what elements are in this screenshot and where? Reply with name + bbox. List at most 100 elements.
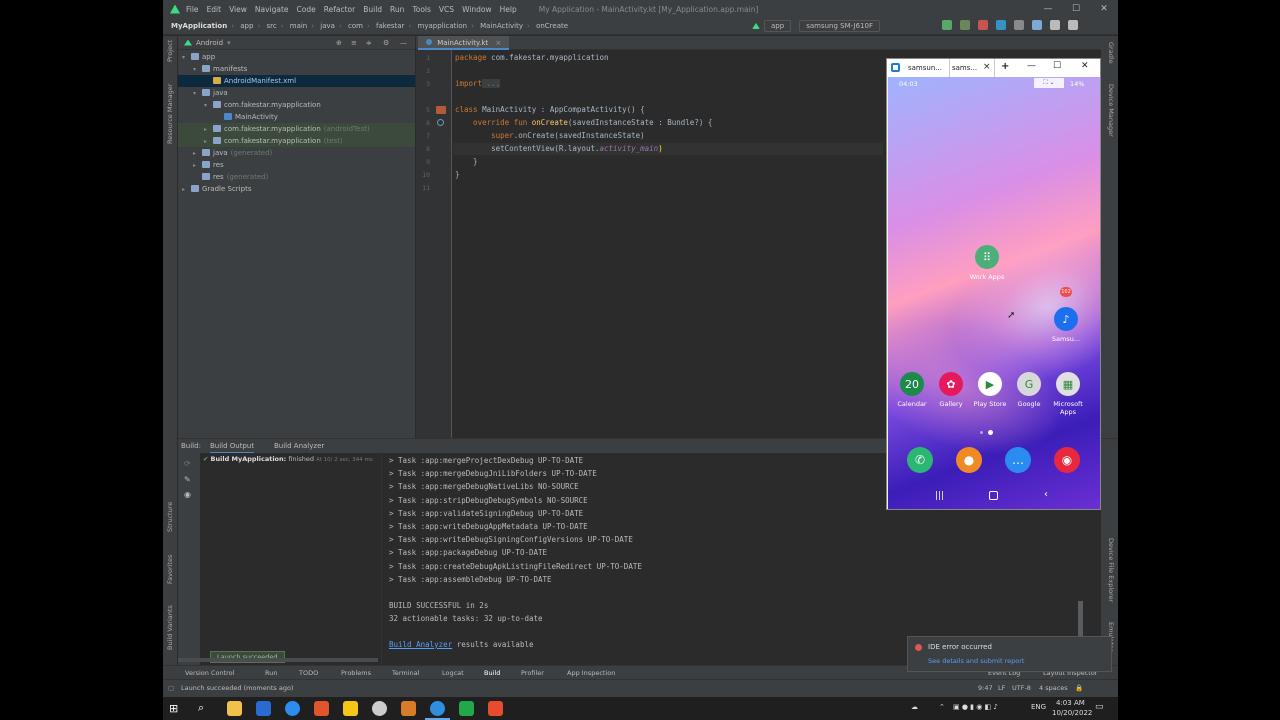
tool-app-inspection[interactable]: App Inspection [567,669,615,677]
recent-apps-icon[interactable]: ||| [935,491,944,501]
project-tree-item[interactable]: ▸ com.fakestar.myapplication (androidTest) [178,123,415,135]
menu-file[interactable]: File [186,5,199,14]
minimize-icon[interactable]: — [1034,0,1062,18]
tool-favorites[interactable]: Favorites [166,555,174,584]
tool-build[interactable]: Build [484,669,500,677]
menu-tools[interactable]: Tools [412,5,430,14]
menu-refactor[interactable]: Refactor [324,5,355,14]
run-icon[interactable] [942,20,952,30]
notifications-icon[interactable]: ▭ [1095,702,1104,712]
breadcrumb-com[interactable]: com [348,22,363,30]
brave-icon[interactable] [314,701,329,716]
close-tab-icon[interactable]: × [983,62,991,72]
tool-device-file-explorer[interactable]: Device File Explorer [1107,538,1115,602]
tool-logcat[interactable]: Logcat [442,669,464,677]
breadcrumb-myapplication[interactable]: myapplication [418,22,468,30]
dock-messages-icon[interactable]: … [1005,447,1031,473]
project-tree-item[interactable]: AndroidManifest.xml [178,75,415,87]
file-encoding[interactable]: UTF-8 [1012,684,1031,692]
dock-phone-icon[interactable]: ✆ [907,447,933,473]
home-app-gallery[interactable]: ✿ Gallery [933,372,969,408]
breadcrumb-mainactivity[interactable]: MainActivity [480,22,523,30]
app-icon[interactable] [343,701,358,716]
home-app-calendar[interactable]: 20 Calendar [894,372,930,408]
eye-icon[interactable]: ◉ [184,490,191,499]
tool-run[interactable]: Run [265,669,277,677]
gear-icon[interactable]: ⚙ [383,39,389,47]
clock-date[interactable]: 10/20/2022 [1052,709,1092,717]
tool-device-manager[interactable]: Device Manager [1107,84,1115,137]
tool-profiler[interactable]: Profiler [521,669,544,677]
dock-contacts-icon[interactable]: ● [956,447,982,473]
menu-build[interactable]: Build [363,5,382,14]
project-tree-item[interactable]: ▾ java [178,87,415,99]
menu-run[interactable]: Run [390,5,404,14]
project-tree-item[interactable]: ▾ manifests [178,63,415,75]
tool-version-control[interactable]: Version Control [185,669,234,677]
phone-screen[interactable]: 04:03 ⛶ ⌄ 14% ⠿ Work Apps ♪ Samsu... 20 Calen… [888,77,1100,509]
tool-project[interactable]: Project [166,40,174,62]
breadcrumb-fakestar[interactable]: fakestar [376,22,404,30]
android-studio-icon[interactable] [459,701,474,716]
collapse-all-icon[interactable]: ≡ [351,39,357,47]
device-dropdown[interactable]: samsung SM-J610F [799,20,880,32]
close-icon[interactable]: ✕ [1090,0,1118,18]
close-icon[interactable]: ✕ [1081,61,1089,71]
project-view-dropdown[interactable]: Android [196,39,223,47]
app-icon[interactable] [401,701,416,716]
build-analyzer-link[interactable]: Build Analyzer [389,640,452,649]
menu-view[interactable]: View [229,5,247,14]
tool-problems[interactable]: Problems [341,669,371,677]
vertical-scrollbar[interactable] [1078,601,1083,641]
home-app-microsoft-apps[interactable]: ▦ Microsoft Apps [1050,372,1086,416]
home-app-work-apps[interactable]: ⠿ Work Apps [969,245,1005,281]
minimize-icon[interactable]: — [1027,61,1036,71]
breadcrumb-src[interactable]: src [266,22,276,30]
breadcrumb-java[interactable]: java [320,22,335,30]
breadcrumb-app[interactable]: app [240,22,253,30]
back-button-icon[interactable]: ‹ [1044,489,1048,500]
tool-todo[interactable]: TODO [299,669,318,677]
line-separator[interactable]: LF [998,684,1005,692]
indent-setting[interactable]: 4 spaces [1039,684,1068,692]
apply-changes-icon[interactable] [960,20,970,30]
hide-panel-icon[interactable]: — [400,39,407,47]
chevron-up-icon[interactable]: ⌃ [939,703,945,711]
search-icon[interactable] [1050,20,1060,30]
home-button-icon[interactable] [989,491,998,500]
menu-vcs[interactable]: VCS [439,5,454,14]
search-icon[interactable]: ⌕ [198,701,204,715]
project-tree-item[interactable]: ▸ res [178,159,415,171]
run-config-dropdown[interactable]: app [764,20,792,32]
breadcrumb-oncreate[interactable]: onCreate [536,22,568,30]
menu-help[interactable]: Help [500,5,517,14]
project-tree-item[interactable]: ▸ com.fakestar.myapplication (test) [178,135,415,147]
tool-build-variants[interactable]: Build Variants [166,605,174,650]
tool-resource-manager[interactable]: Resource Manager [166,84,174,144]
mirror-controls-icon[interactable]: ⛶ ⌄ [1034,78,1064,88]
teamviewer-icon[interactable] [430,701,445,716]
app-icon[interactable] [372,701,387,716]
mirror-tab-2[interactable]: sams... [952,64,977,72]
new-tab-icon[interactable]: + [1001,61,1009,72]
sdk-manager-icon[interactable] [1032,20,1042,30]
app-icon[interactable] [488,701,503,716]
project-tree-item[interactable]: res (generated) [178,171,415,183]
breadcrumb-project[interactable]: MyApplication [171,22,227,30]
menu-code[interactable]: Code [297,5,316,14]
cloud-icon[interactable]: ☁ [911,703,918,711]
activity-gutter-icon[interactable] [436,106,446,114]
ide-error-notification[interactable]: IDE error occurred See details and submi… [907,636,1112,672]
home-app-samsu[interactable]: ♪ Samsu... [1048,307,1084,343]
notification-link[interactable]: See details and submit report [928,657,1024,665]
maximize-icon[interactable]: ☐ [1062,0,1090,18]
dock-camera-icon[interactable]: ◉ [1054,447,1080,473]
clock-time[interactable]: 4:03 AM [1056,699,1085,707]
project-tree-item[interactable]: ▾ com.fakestar.myapplication [178,99,415,111]
tab-mainactivity[interactable]: MainActivity.kt × [418,36,510,50]
language-indicator[interactable]: ENG [1031,703,1046,711]
project-tree-item[interactable]: ▸ java (generated) [178,147,415,159]
mirror-tab-1[interactable]: samsun... [905,64,945,72]
device-manager-icon[interactable] [1014,20,1024,30]
pin-icon[interactable]: ✎ [184,475,191,484]
